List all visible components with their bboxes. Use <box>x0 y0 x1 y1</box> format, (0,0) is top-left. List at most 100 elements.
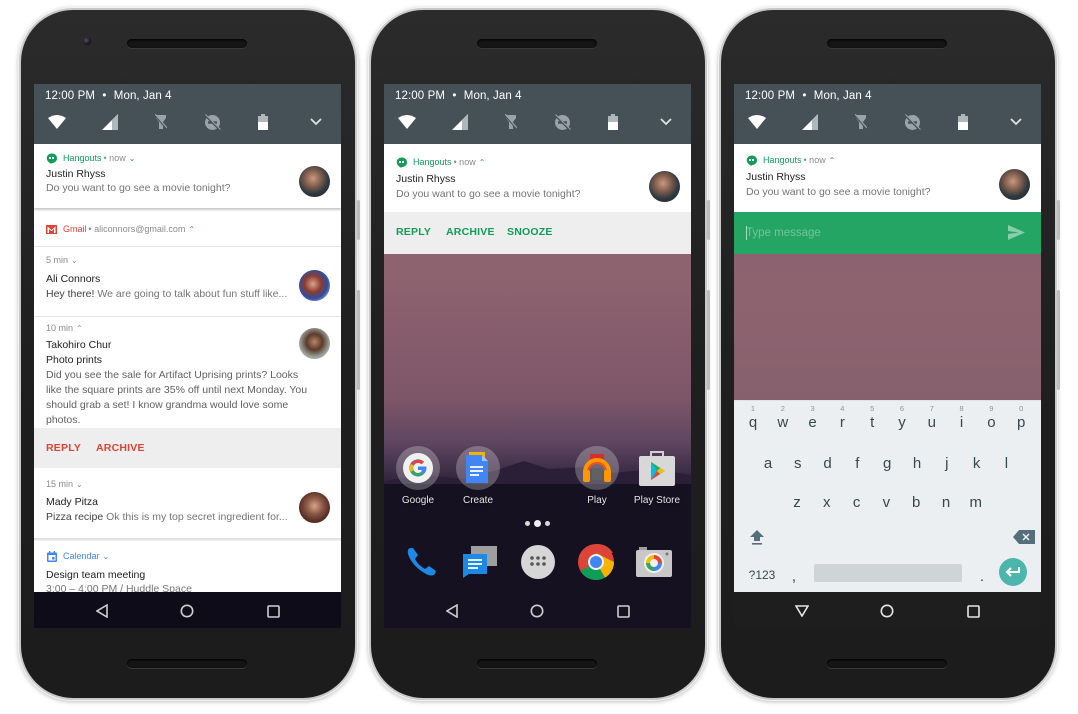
back-icon[interactable] <box>94 603 110 619</box>
chrome-icon[interactable] <box>576 542 616 582</box>
expand-chevron-icon[interactable]: ⌄ <box>71 256 78 265</box>
key-x[interactable]: x <box>812 482 842 518</box>
archive-button[interactable]: ARCHIVE <box>96 442 145 454</box>
messenger-icon[interactable] <box>460 542 500 582</box>
app-play[interactable]: Play <box>574 446 620 508</box>
key-b[interactable]: b <box>901 482 931 518</box>
key-m[interactable]: m <box>961 482 991 518</box>
key-d[interactable]: d <box>813 443 843 479</box>
avatar-ali <box>299 270 330 301</box>
do-not-disturb-off-icon[interactable] <box>552 112 572 132</box>
collapse-chevron-icon[interactable]: ⌃ <box>76 324 83 333</box>
key-g[interactable]: g <box>872 443 902 479</box>
send-icon[interactable] <box>1008 225 1025 245</box>
collapse-chevron-icon[interactable]: ⌃ <box>829 156 836 165</box>
home-icon[interactable] <box>529 603 545 619</box>
signal-icon[interactable] <box>450 112 470 132</box>
key-y[interactable]: 6y <box>887 402 917 438</box>
key-o[interactable]: 9o <box>976 402 1006 438</box>
recents-icon[interactable] <box>615 603 631 619</box>
space-key[interactable] <box>814 564 962 582</box>
notification-shade-screen: 12:00 PM • Mon, Jan 4 Hangouts • now ⌄ J <box>34 84 341 628</box>
app-drawer-icon[interactable] <box>518 542 558 582</box>
expand-chevron-icon[interactable] <box>656 112 676 132</box>
reply-button[interactable]: REPLY <box>46 442 81 454</box>
app-create[interactable]: Create <box>455 446 501 508</box>
back-icon[interactable] <box>444 603 460 619</box>
do-not-disturb-off-icon[interactable] <box>202 112 222 132</box>
expand-chevron-icon[interactable]: ⌄ <box>103 552 110 561</box>
flashlight-off-icon[interactable] <box>501 112 521 132</box>
sender-name: Ali Connors <box>46 273 101 285</box>
key-c[interactable]: c <box>842 482 872 518</box>
soft-keyboard: 1q2w3e4r5t6y7u8i9o0p asdfghjkl zxcvbnm ?… <box>734 400 1041 592</box>
key-q[interactable]: 1q <box>738 402 768 438</box>
archive-button[interactable]: ARCHIVE <box>446 226 495 238</box>
gmail-message-item[interactable]: 5 min ⌄ Ali Connors Hey there! We are go… <box>34 247 341 316</box>
collapse-chevron-icon[interactable]: ⌃ <box>479 158 486 167</box>
camera-icon[interactable] <box>634 542 674 582</box>
wifi-icon[interactable] <box>747 112 767 132</box>
back-down-icon[interactable] <box>794 603 810 619</box>
message-time-row: 5 min ⌄ <box>46 254 78 266</box>
key-z[interactable]: z <box>782 482 812 518</box>
key-h[interactable]: h <box>902 443 932 479</box>
key-hint: 5 <box>870 404 875 413</box>
expand-chevron-icon[interactable]: ⌄ <box>129 154 136 163</box>
key-i[interactable]: 8i <box>947 402 977 438</box>
backspace-key[interactable] <box>1009 519 1039 555</box>
period-key[interactable]: . <box>972 556 992 592</box>
home-icon[interactable] <box>879 603 895 619</box>
key-f[interactable]: f <box>842 443 872 479</box>
recents-icon[interactable] <box>965 603 981 619</box>
hangouts-icon <box>746 154 757 166</box>
hangouts-notification[interactable]: Hangouts • now ⌃ Justin Rhyss Do you wan… <box>734 144 1041 212</box>
wifi-icon[interactable] <box>397 112 417 132</box>
reply-message-input[interactable] <box>746 225 986 241</box>
enter-key[interactable] <box>999 558 1027 586</box>
key-e[interactable]: 3e <box>798 402 828 438</box>
key-s[interactable]: s <box>783 443 813 479</box>
phone-icon[interactable] <box>402 542 442 582</box>
key-v[interactable]: v <box>871 482 901 518</box>
collapse-chevron-icon[interactable]: ⌃ <box>188 225 195 234</box>
key-j[interactable]: j <box>932 443 962 479</box>
app-play-store[interactable]: Play Store <box>634 446 680 508</box>
battery-icon[interactable] <box>953 112 973 132</box>
flashlight-off-icon[interactable] <box>151 112 171 132</box>
key-t[interactable]: 5t <box>857 402 887 438</box>
snooze-button[interactable]: SNOOZE <box>507 226 553 238</box>
battery-icon[interactable] <box>253 112 273 132</box>
key-p[interactable]: 0p <box>1006 402 1036 438</box>
home-icon[interactable] <box>179 603 195 619</box>
key-u[interactable]: 7u <box>917 402 947 438</box>
key-l[interactable]: l <box>991 443 1021 479</box>
hangouts-notification-expanded[interactable]: Hangouts • now ⌃ Justin Rhyss Do you wan… <box>384 144 691 254</box>
symbols-key[interactable]: ?123 <box>742 556 782 592</box>
subject: Photo prints <box>46 354 103 366</box>
hangouts-notification[interactable]: Hangouts • now ⌄ Justin Rhyss Do you wan… <box>34 144 341 208</box>
gmail-message-item[interactable]: 15 min ⌄ Mady Pitza Pizza recipe Ok this… <box>34 468 341 538</box>
reply-button[interactable]: REPLY <box>396 226 431 238</box>
key-a[interactable]: a <box>753 443 783 479</box>
key-n[interactable]: n <box>931 482 961 518</box>
flashlight-off-icon[interactable] <box>851 112 871 132</box>
recents-icon[interactable] <box>265 603 281 619</box>
key-k[interactable]: k <box>962 443 992 479</box>
battery-icon[interactable] <box>603 112 623 132</box>
expand-chevron-icon[interactable] <box>306 112 326 132</box>
status-time: 12:00 PM • Mon, Jan 4 <box>395 90 522 102</box>
comma-key[interactable]: , <box>784 556 804 592</box>
message-text: Do you want to go see a movie tonight? <box>46 182 231 194</box>
expand-chevron-icon[interactable] <box>1006 112 1026 132</box>
signal-icon[interactable] <box>100 112 120 132</box>
gmail-message-item-expanded[interactable]: 10 min ⌃ Takohiro Chur Photo prints Did … <box>34 317 341 428</box>
shift-key[interactable] <box>742 519 772 555</box>
key-r[interactable]: 4r <box>827 402 857 438</box>
expand-chevron-icon[interactable]: ⌄ <box>76 480 83 489</box>
wifi-icon[interactable] <box>47 112 67 132</box>
key-w[interactable]: 2w <box>768 402 798 438</box>
do-not-disturb-off-icon[interactable] <box>902 112 922 132</box>
app-google[interactable]: Google <box>395 446 441 508</box>
signal-icon[interactable] <box>800 112 820 132</box>
